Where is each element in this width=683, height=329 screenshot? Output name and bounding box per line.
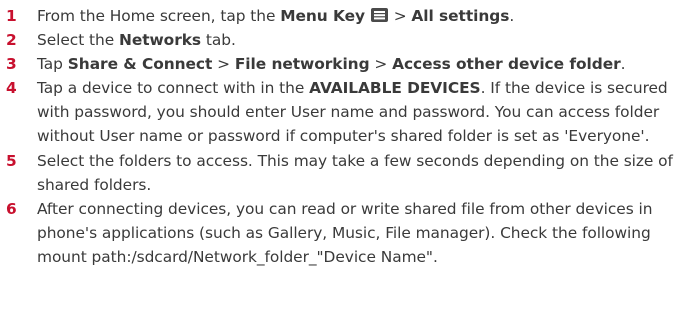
text-run: > [388,7,412,25]
step-text: After connecting devices, you can read o… [37,199,653,266]
step-text: Tap a device to connect with in the AVAI… [37,79,668,145]
step-text: Tap Share & Connect > File networking > … [37,55,626,74]
step-text: Select the Networks tab. [37,31,236,49]
instruction-steps: 1 From the Home screen, tap the Menu Key … [0,0,683,269]
text-run: From the Home screen, tap the [37,7,281,25]
step-number: 3 [6,55,17,74]
step-text: From the Home screen, tap the Menu Key >… [37,7,514,25]
step-number: 4 [6,79,17,98]
text-run: Tap a device to connect with in the [37,79,310,98]
step-number: 2 [6,31,17,50]
ui-term: Access other device folder [392,55,621,74]
text-run: Tap [37,55,68,74]
ui-term: All settings [411,7,510,25]
text-run [365,7,370,25]
ui-term: Share & Connect [67,55,213,74]
step-3: 3 Tap Share & Connect > File networking >… [0,52,683,76]
text-run: tab. [201,31,236,50]
text-run: Select the folders to access. This may t… [37,151,673,194]
ui-term: Networks [118,31,202,50]
step-1: 1 From the Home screen, tap the Menu Key … [0,4,683,28]
step-number: 6 [6,199,17,218]
step-text: Select the folders to access. This may t… [37,152,673,194]
step-6: 6 After connecting devices, you can read … [0,197,683,269]
menu-key-icon [370,8,388,22]
text-run: Select the [37,31,119,50]
ui-term: AVAILABLE DEVICES [309,79,481,98]
ui-term: Menu Key [280,7,366,25]
text-run: . [509,7,515,25]
step-number: 5 [6,151,17,170]
step-5: 5 Select the folders to access. This may … [0,149,683,197]
step-4: 4 Tap a device to connect with in the AVA… [0,76,683,148]
text-run: > [212,55,235,74]
text-run: . [620,55,626,74]
text-run: > [369,55,393,74]
step-2: 2 Select the Networks tab. [0,28,683,52]
text-run: After connecting devices, you can read o… [37,199,653,266]
step-number: 1 [6,7,17,25]
ui-term: File networking [234,55,370,74]
